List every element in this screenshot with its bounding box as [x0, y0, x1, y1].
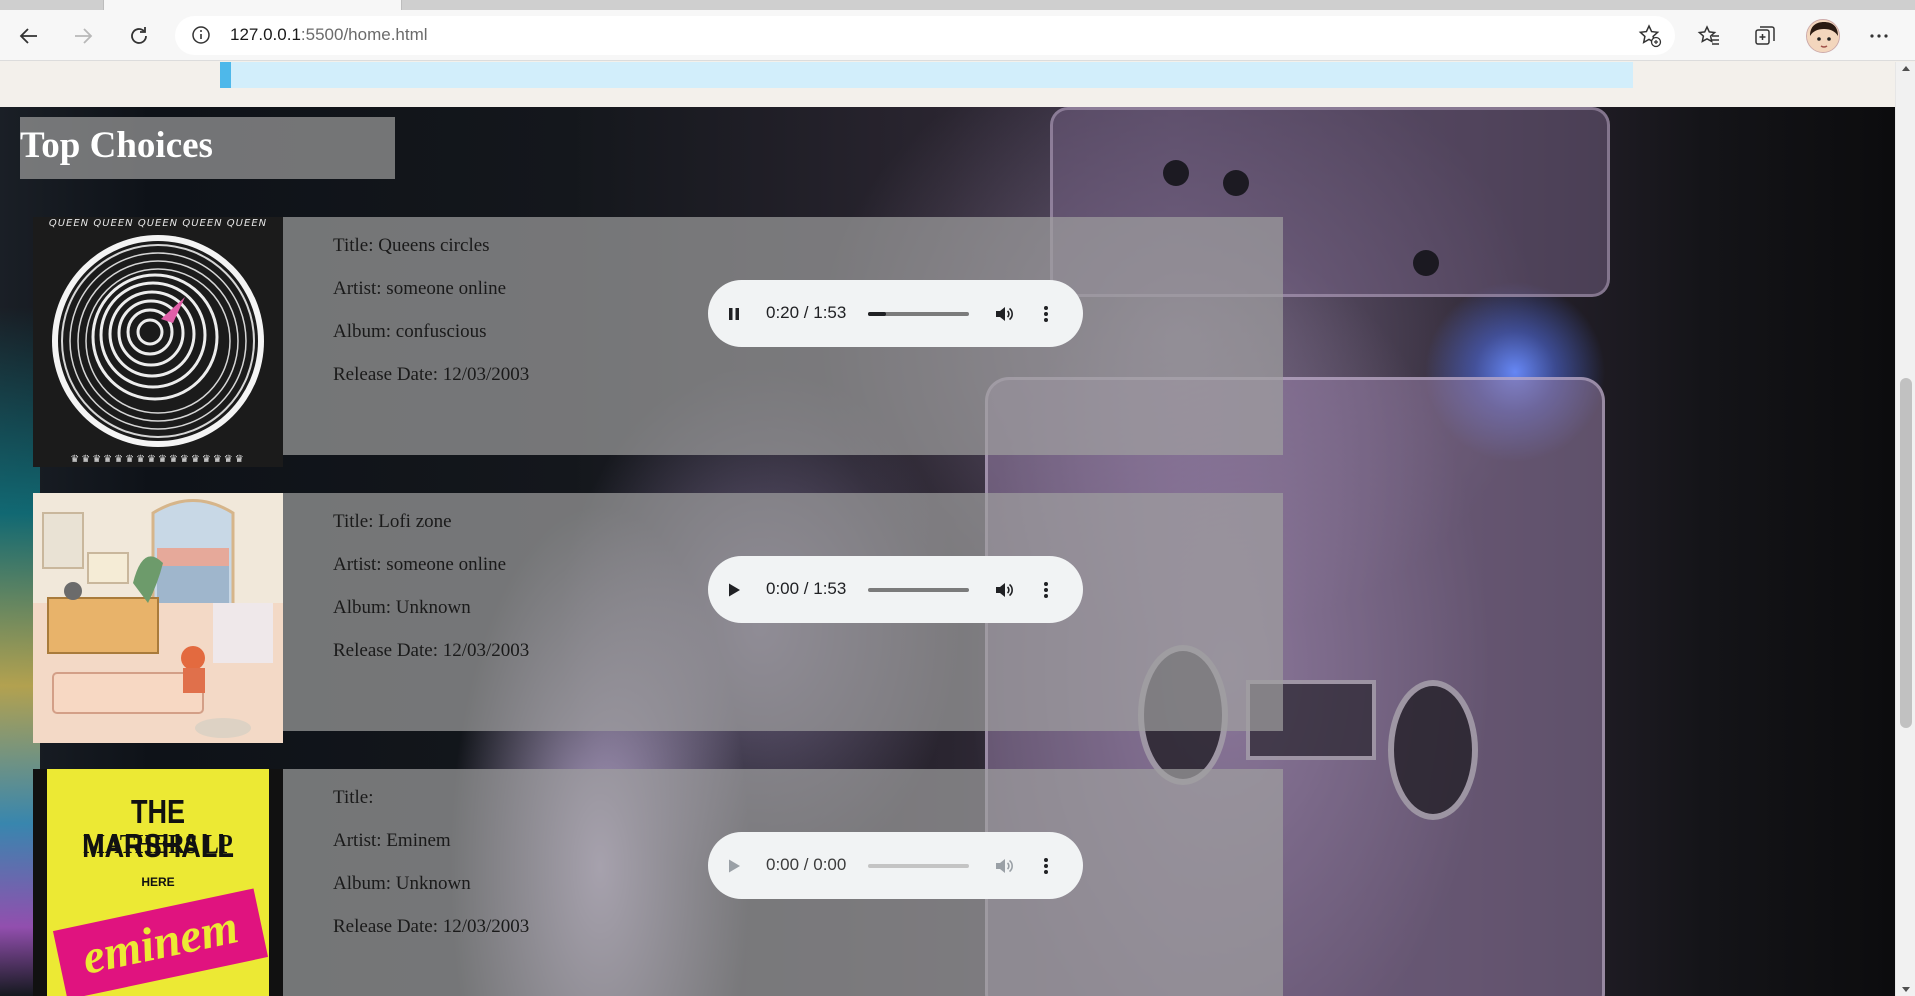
kebab-menu-icon	[1044, 306, 1048, 322]
player-options-button[interactable]	[1034, 578, 1058, 602]
song-artist: Artist: Eminem	[333, 830, 451, 851]
song-album: Album: Unknown	[333, 873, 471, 894]
add-favorite-icon[interactable]	[1637, 23, 1663, 49]
playback-time: 0:00 / 1:53	[766, 579, 847, 598]
song-release-date: Release Date: 12/03/2003	[333, 640, 530, 661]
play-icon	[729, 859, 740, 873]
album-cover: QUEEN QUEEN QUEEN QUEEN QUEEN ♛♛♛♛♛♛♛♛♛♛…	[33, 217, 283, 467]
album-cover	[33, 493, 283, 743]
cover-border-bottom: ♛♛♛♛♛♛♛♛♛♛♛♛♛♛♛♛	[70, 454, 246, 465]
profile-avatar[interactable]	[1806, 19, 1840, 53]
song-title: Title:	[333, 787, 374, 808]
kebab-menu-icon	[1044, 858, 1048, 874]
avatar-face-icon	[1807, 20, 1839, 52]
address-bar[interactable]: 127.0.0.1:5500/home.html	[175, 16, 1675, 55]
song-artist: Artist: someone online	[333, 278, 507, 299]
queen-jazz-art	[52, 235, 264, 447]
top-choices-section: Top Choices QUEEN QUEEN QUEEN QUEEN QUEE…	[0, 107, 1895, 996]
seek-slider[interactable]	[868, 588, 969, 592]
highlight-bar-edge	[220, 62, 231, 88]
song-card: Title: Lofi zone Artist: someone online …	[33, 493, 1283, 743]
forward-icon	[75, 28, 93, 44]
player-options-button[interactable]	[1034, 854, 1058, 878]
song-card: QUEEN QUEEN QUEEN QUEEN QUEEN ♛♛♛♛♛♛♛♛♛♛…	[33, 217, 1283, 467]
section-title: Top Choices	[20, 125, 213, 166]
volume-icon	[996, 307, 1013, 321]
active-tab[interactable]	[103, 0, 402, 10]
song-release-date: Release Date: 12/03/2003	[333, 916, 530, 937]
browser-toolbar: 127.0.0.1:5500/home.html	[0, 10, 1915, 61]
pause-icon	[729, 308, 739, 320]
refresh-button[interactable]	[122, 19, 156, 53]
audio-player[interactable]: 0:20 / 1:53	[708, 280, 1083, 347]
url-path: :5500/home.html	[300, 25, 428, 44]
browser-tabstrip	[0, 0, 1915, 10]
url-text[interactable]: 127.0.0.1:5500/home.html	[230, 25, 428, 45]
album-cover: THE MARSHALL MATHERS LP HERE eminem	[33, 769, 283, 996]
song-album: Album: confuscious	[333, 321, 487, 342]
seek-slider[interactable]	[868, 312, 969, 316]
volume-button[interactable]	[992, 578, 1016, 602]
player-options-button[interactable]	[1034, 302, 1058, 326]
song-info-panel: Title: Queens circles Artist: someone on…	[283, 217, 1283, 455]
collections-icon	[1755, 26, 1775, 45]
kebab-menu-icon	[1044, 582, 1048, 598]
song-card: THE MARSHALL MATHERS LP HERE eminem Titl…	[33, 769, 1283, 996]
song-meta: Title: Queens circles Artist: someone on…	[333, 235, 529, 407]
section-title-box: Top Choices	[20, 117, 395, 179]
favorites-button[interactable]	[1692, 19, 1726, 53]
favorites-icon	[1697, 25, 1719, 45]
back-icon	[19, 28, 37, 44]
page-viewport: Top Choices QUEEN QUEEN QUEEN QUEEN QUEE…	[0, 62, 1895, 996]
seek-progress	[868, 312, 886, 316]
more-menu-icon	[1870, 34, 1888, 38]
url-host: 127.0.0.1	[230, 25, 301, 44]
refresh-icon	[131, 27, 147, 44]
cover-line-2: MATHERS LP	[83, 829, 233, 859]
audio-player[interactable]: 0:00 / 0:00	[708, 832, 1083, 899]
volume-icon	[996, 859, 1013, 873]
volume-button[interactable]	[992, 854, 1016, 878]
audio-player[interactable]: 0:00 / 1:53	[708, 556, 1083, 623]
playback-time: 0:00 / 0:00	[766, 855, 847, 874]
play-button[interactable]	[722, 578, 746, 602]
song-title: Title: Lofi zone	[333, 511, 452, 532]
volume-icon	[996, 583, 1013, 597]
page-scrollbar[interactable]	[1895, 62, 1915, 996]
song-title: Title: Queens circles	[333, 235, 490, 256]
play-icon	[729, 583, 740, 597]
collections-button[interactable]	[1748, 19, 1782, 53]
marshall-mathers-art: THE MARSHALL MATHERS LP HERE eminem	[33, 769, 283, 996]
back-button[interactable]	[12, 19, 46, 53]
play-button[interactable]	[722, 854, 746, 878]
scroll-down-icon[interactable]	[1902, 987, 1910, 992]
song-album: Album: Unknown	[333, 597, 471, 618]
site-info-icon[interactable]	[191, 25, 211, 45]
forward-button[interactable]	[66, 19, 100, 53]
song-meta: Title: Lofi zone Artist: someone online …	[333, 511, 529, 683]
pause-button[interactable]	[722, 302, 746, 326]
playback-time: 0:20 / 1:53	[766, 303, 847, 322]
volume-button[interactable]	[992, 302, 1016, 326]
lofi-room-art	[33, 493, 283, 743]
highlight-bar	[220, 62, 1633, 88]
song-artist: Artist: someone online	[333, 554, 507, 575]
scrollbar-thumb[interactable]	[1900, 378, 1912, 728]
scroll-up-icon[interactable]	[1902, 66, 1910, 71]
nav-band	[0, 62, 1895, 107]
song-info-panel: Title: Artist: Eminem Album: Unknown Rel…	[283, 769, 1283, 996]
song-meta: Title: Artist: Eminem Album: Unknown Rel…	[333, 787, 529, 959]
more-menu-button[interactable]	[1862, 19, 1896, 53]
cover-line-3: HERE	[141, 875, 175, 889]
seek-slider[interactable]	[868, 864, 969, 868]
song-release-date: Release Date: 12/03/2003	[333, 364, 530, 385]
song-info-panel: Title: Lofi zone Artist: someone online …	[283, 493, 1283, 731]
